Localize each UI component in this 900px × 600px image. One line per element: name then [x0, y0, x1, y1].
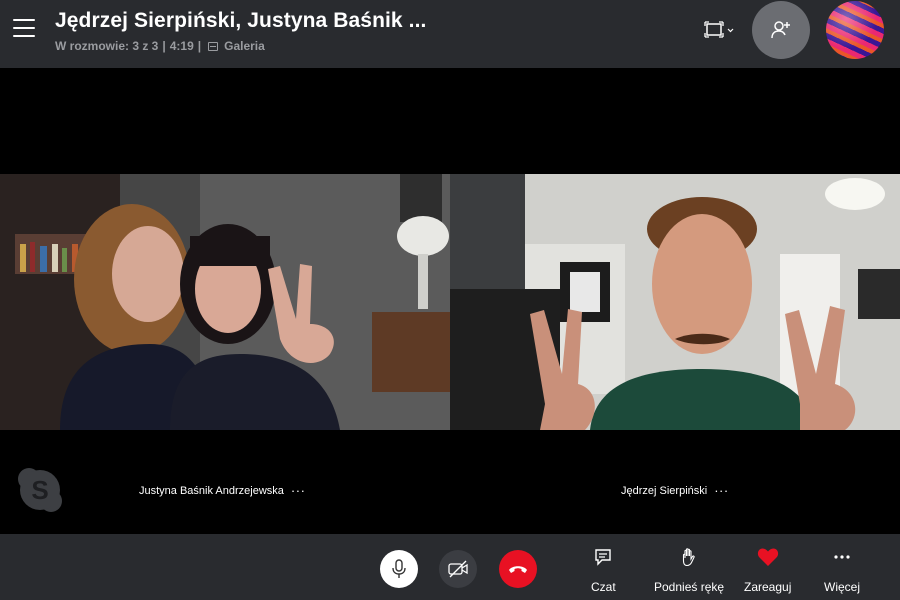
more-options-button[interactable]: Więcej	[824, 546, 860, 594]
participant-name: Justyna Baśnik Andrzejewska	[139, 485, 284, 497]
svg-text:S: S	[31, 475, 48, 505]
view-mode-label[interactable]: Galeria	[224, 39, 265, 53]
end-call-icon	[509, 566, 527, 573]
separator: |	[197, 39, 202, 53]
participant-name-label: Jędrzej Sierpiński ···	[621, 484, 729, 497]
more-icon[interactable]: ···	[291, 484, 306, 497]
mute-button[interactable]	[380, 550, 418, 588]
menu-icon[interactable]	[13, 19, 35, 37]
video-feed-left	[0, 174, 450, 430]
raise-hand-icon	[682, 548, 695, 567]
participant-name-label: Justyna Baśnik Andrzejewska ···	[139, 484, 306, 497]
separator: |	[162, 39, 166, 53]
layout-button[interactable]	[702, 18, 738, 42]
raise-hand-label: Podnieś rękę	[654, 580, 725, 594]
mic-icon	[392, 559, 406, 578]
more-icon[interactable]: ···	[714, 484, 729, 497]
more-icon	[834, 555, 850, 559]
chat-icon	[595, 549, 612, 566]
call-status: W rozmowie: 3 z 3 | 4:19 | Galeria	[55, 39, 265, 53]
call-header: Jędrzej Sierpiński, Justyna Baśnik ... W…	[0, 0, 900, 68]
react-button[interactable]: Zareaguj	[744, 546, 791, 594]
video-tile-justyna[interactable]	[0, 174, 450, 430]
gallery-icon	[208, 41, 219, 51]
avatar[interactable]	[826, 1, 884, 59]
add-participant-button[interactable]	[752, 1, 810, 59]
raise-hand-button[interactable]: Podnieś rękę	[654, 546, 724, 594]
chat-label: Czat	[591, 580, 616, 594]
video-off-icon	[448, 560, 468, 578]
more-label: Więcej	[824, 580, 861, 594]
camera-toggle-button[interactable]	[439, 550, 477, 588]
call-duration: 4:19	[169, 39, 194, 53]
participant-name: Jędrzej Sierpiński	[621, 485, 708, 497]
skype-logo-icon: S	[18, 468, 62, 512]
call-title: Jędrzej Sierpiński, Justyna Baśnik ...	[55, 9, 427, 32]
chat-button[interactable]: Czat	[591, 546, 616, 594]
react-label: Zareaguj	[744, 580, 792, 594]
video-feed-right	[450, 174, 900, 430]
heart-icon	[757, 548, 778, 566]
layout-icon	[704, 21, 734, 38]
add-person-icon	[771, 21, 790, 39]
video-tile-jedrzej[interactable]	[450, 174, 900, 430]
participants-count: W rozmowie: 3 z 3	[55, 39, 159, 53]
call-controls-bar: Czat Podnieś rękę Zareaguj Więcej	[0, 534, 900, 600]
end-call-button[interactable]	[499, 550, 537, 588]
